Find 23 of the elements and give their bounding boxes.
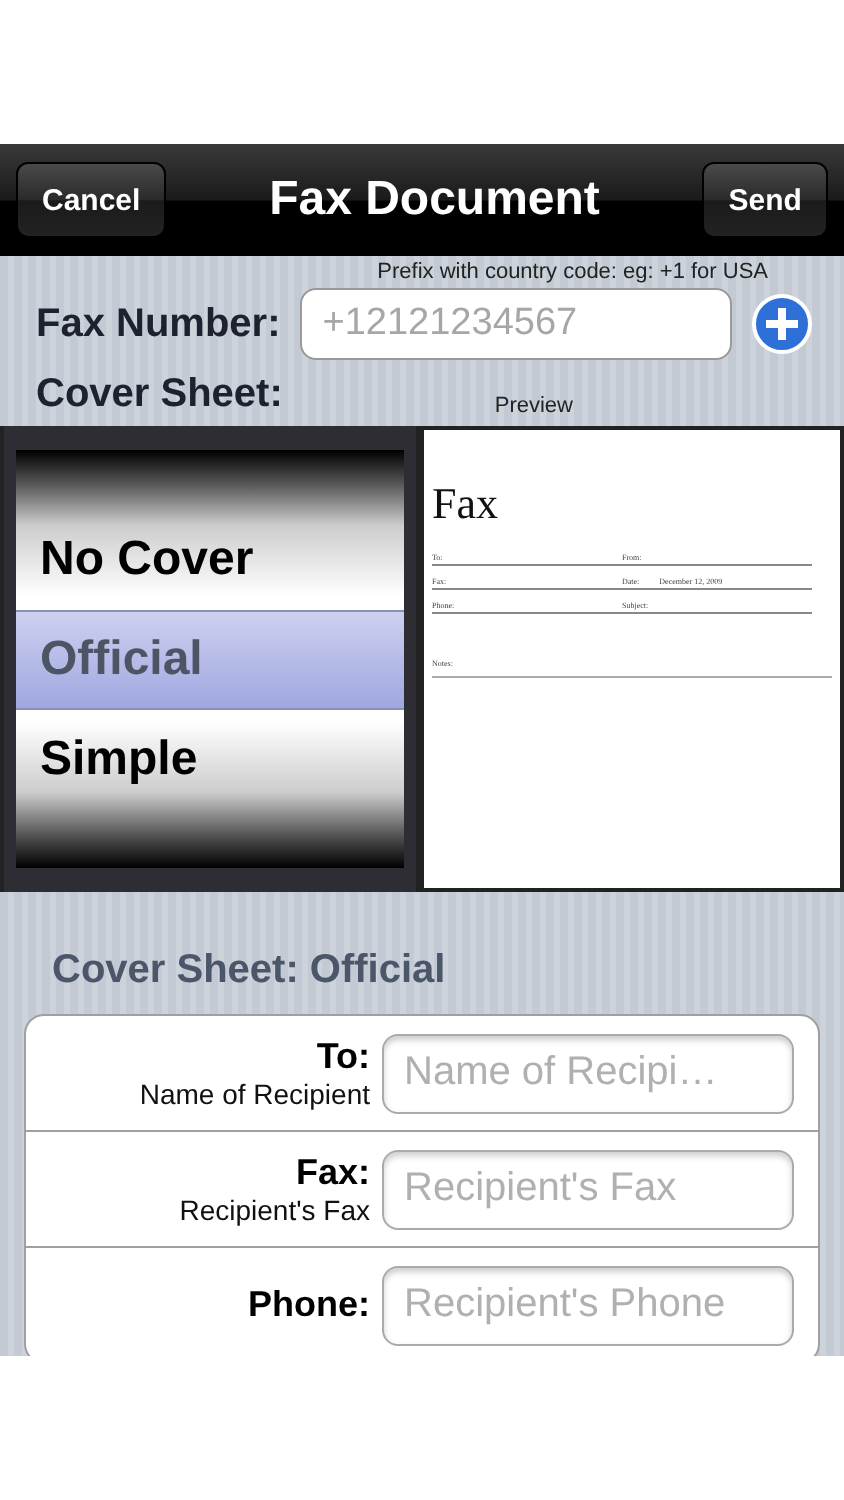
input-field[interactable]: Recipient's Fax xyxy=(382,1149,794,1229)
picker-option[interactable]: No Cover xyxy=(16,509,404,609)
input-field[interactable]: Recipient's Phone xyxy=(382,1265,794,1345)
navbar-title: Fax Document xyxy=(269,172,600,228)
send-button[interactable]: Send xyxy=(702,162,828,238)
input-field[interactable]: Name of Recipi… xyxy=(382,1033,794,1113)
section-heading: Cover Sheet: Official xyxy=(50,946,448,996)
fax-number-field[interactable]: +12121234567 xyxy=(300,288,733,360)
field-sublabel: Name of Recipient xyxy=(137,1078,370,1110)
field-sublabel: Recipient's Fax xyxy=(177,1194,370,1226)
fax-number-label: Fax Number: xyxy=(36,301,281,347)
add-icon[interactable] xyxy=(752,294,813,354)
field-label: Phone: xyxy=(246,1284,370,1326)
cancel-button[interactable]: Cancel xyxy=(16,162,167,238)
cover-picker[interactable]: No Cover Official Simple xyxy=(4,426,416,892)
field-label: To: xyxy=(314,1036,370,1078)
fax-number-hint: Prefix with country code: eg: +1 for USA xyxy=(375,258,770,284)
preview-label: Preview xyxy=(494,394,573,418)
field-label: Fax: xyxy=(293,1152,370,1194)
preview-title: Fax xyxy=(432,478,500,530)
picker-option[interactable]: Official xyxy=(16,609,404,709)
picker-option[interactable]: Simple xyxy=(16,709,404,809)
cover-sheet-label: Cover Sheet: xyxy=(36,372,283,418)
